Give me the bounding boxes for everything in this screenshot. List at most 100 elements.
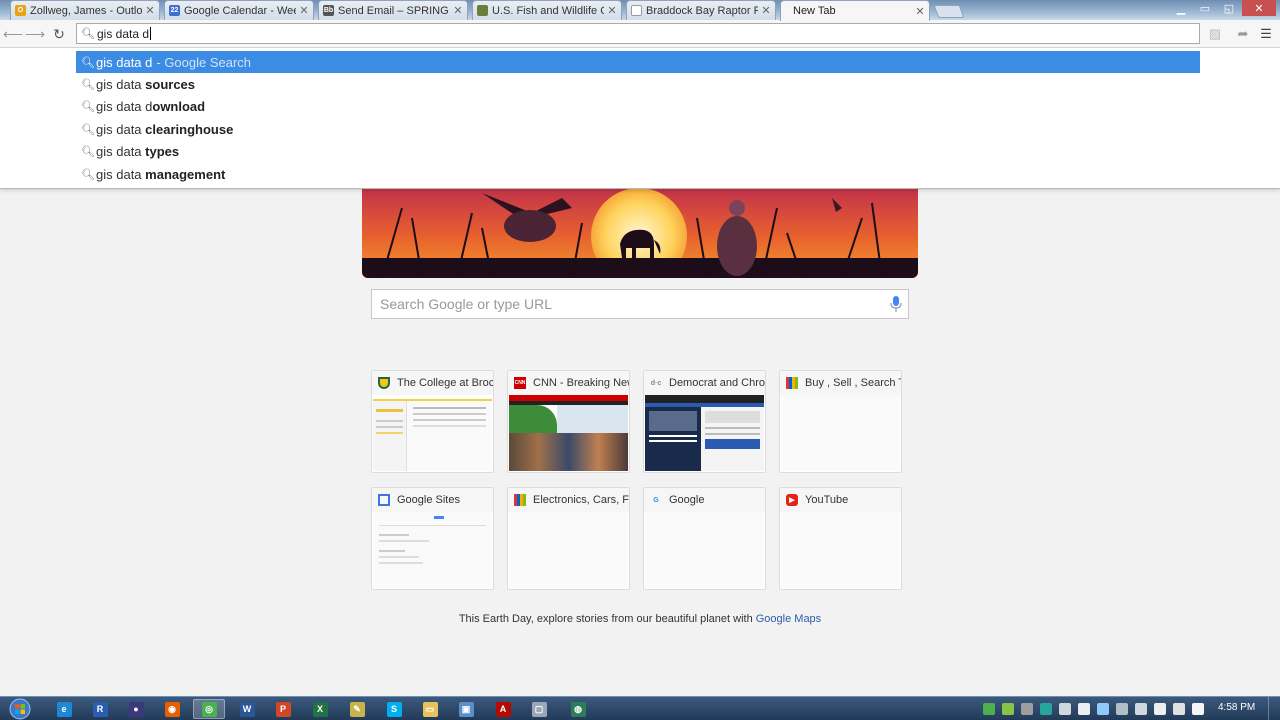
cnn-icon: CNN — [514, 377, 526, 389]
acrobat-extension-icon[interactable]: ▨ — [1206, 25, 1224, 43]
taskbar-app-button[interactable]: ▣ — [450, 699, 482, 719]
suggestion-item[interactable]: 🔍︎ gis data d- Google Search — [76, 51, 1200, 73]
taskbar-app-button[interactable]: ◉ — [156, 699, 188, 719]
suggestion-item[interactable]: 🔍︎ gis data clearinghouse — [76, 118, 1200, 140]
most-visited-tile[interactable]: The College at Brockport — [371, 370, 494, 473]
suggestion-item[interactable]: 🔍︎ gis data types — [76, 141, 1200, 163]
tab-strip: O Zollweg, James - Outlook ✕ 22 Google Calen… — [0, 0, 1280, 21]
taskbar-clock[interactable]: 4:58 PM — [1218, 702, 1255, 713]
taskbar-app-button[interactable]: ◍ — [562, 699, 594, 719]
earth-day-doodle[interactable] — [362, 188, 918, 278]
tab-2[interactable]: 22 Google Calendar - Week of✕ — [164, 0, 314, 20]
newtab-search-box[interactable]: Search Google or type URL — [371, 289, 909, 319]
share-icon[interactable]: ➦ — [1234, 25, 1252, 43]
most-visited-tile[interactable]: Google Sites — [371, 487, 494, 590]
taskbar-app-button[interactable]: e — [48, 699, 80, 719]
tab-5[interactable]: Braddock Bay Raptor Rese✕ — [626, 0, 776, 20]
tile-title: The College at Brockport — [397, 377, 493, 389]
tray-shield-icon[interactable] — [1116, 703, 1128, 715]
tray-window-icon[interactable] — [1078, 703, 1090, 715]
suggestion-item[interactable]: 🔍︎ gis data d ownload — [76, 96, 1200, 118]
tile-thumbnail — [645, 395, 764, 471]
taskbar-app-button[interactable]: ✎ — [341, 699, 373, 719]
forward-button[interactable]: ⟶ — [25, 25, 45, 43]
tile-thumbnail — [509, 395, 628, 471]
tile-thumbnail — [373, 512, 492, 588]
back-button[interactable]: ⟵ — [3, 25, 23, 43]
tile-title: Democrat and Chronicle — [669, 377, 765, 389]
tab-title: U.S. Fish and Wildlife Ge — [492, 4, 604, 17]
reload-icon: ↻ — [53, 25, 65, 42]
tray-app-icon[interactable] — [1002, 703, 1014, 715]
taskbar-app-button[interactable]: S — [378, 699, 410, 719]
taskbar-app-button[interactable]: W — [231, 699, 263, 719]
microphone-icon[interactable] — [890, 296, 902, 313]
start-button[interactable] — [6, 697, 34, 720]
show-desktop-button[interactable] — [1268, 697, 1280, 720]
most-visited-tile[interactable]: d·c Democrat and Chronicle — [643, 370, 766, 473]
omnibox[interactable]: 🔍︎ gis data d — [76, 23, 1200, 44]
tile-header: G Google — [644, 488, 765, 512]
tab-close-icon[interactable]: ✕ — [761, 4, 771, 17]
most-visited-tile[interactable]: ▶ YouTube — [779, 487, 902, 590]
tray-usb-icon[interactable] — [1059, 703, 1071, 715]
maximize-icon[interactable]: ◱ — [1218, 0, 1240, 16]
chrome-icon: ◎ — [201, 701, 217, 717]
taskbar-app-button[interactable]: ◎ — [193, 699, 225, 719]
tab-6[interactable]: New Tab ✕ — [780, 0, 930, 21]
search-icon: 🔍︎ — [81, 78, 95, 91]
globe-icon: ◍ — [570, 701, 586, 717]
most-visited-tile[interactable]: Electronics, Cars, Fashion — [507, 487, 630, 590]
tab-3[interactable]: Bb Send Email – SPRING 2015✕ — [318, 0, 468, 20]
tile-thumbnail — [509, 512, 628, 588]
tray-volume-icon[interactable] — [1192, 703, 1204, 715]
tab-close-icon[interactable]: ✕ — [915, 5, 925, 18]
tab-close-icon[interactable]: ✕ — [145, 4, 155, 17]
tab-4[interactable]: U.S. Fish and Wildlife Ge ✕ — [472, 0, 622, 20]
taskbar-app-button[interactable]: X — [304, 699, 336, 719]
switch-user-icon[interactable]: ▭ — [1194, 0, 1216, 16]
reload-button[interactable]: ↻ — [50, 25, 68, 43]
suggestion-completion: management — [145, 166, 226, 182]
tray-flag-icon[interactable] — [1154, 703, 1166, 715]
suggestion-completion: clearinghouse — [145, 121, 234, 137]
browser-toolbar: ⟵ ⟶ ↻ 🔍︎ gis data d ▨ ➦ ☰ — [0, 20, 1280, 48]
tab-title: Google Calendar - Week of — [184, 4, 296, 17]
taskbar-app-button[interactable]: ▢ — [523, 699, 555, 719]
tab-close-icon[interactable]: ✕ — [453, 4, 463, 17]
excel-icon: X — [312, 701, 328, 717]
tray-network-app-icon[interactable] — [1040, 703, 1052, 715]
tab-close-icon[interactable]: ✕ — [607, 4, 617, 17]
suggestion-item[interactable]: 🔍︎ gis data management — [76, 163, 1200, 185]
search-icon: 🔍︎ — [81, 168, 95, 181]
taskbar-app-button[interactable]: P — [267, 699, 299, 719]
search-placeholder: Search Google or type URL — [380, 296, 552, 312]
taskbar-app-button[interactable]: ▭ — [414, 699, 446, 719]
tray-network-icon[interactable] — [1173, 703, 1185, 715]
tile-thumbnail — [373, 395, 492, 471]
minimize-icon[interactable]: ▁ — [1170, 0, 1192, 16]
taskbar-app-button[interactable]: ● — [120, 699, 152, 719]
brockport-icon — [378, 377, 390, 389]
most-visited-tile[interactable]: Buy , Sell , Search Te — [779, 370, 902, 473]
tray-sync-icon[interactable] — [1021, 703, 1033, 715]
tile-title: YouTube — [805, 494, 849, 506]
tab-1[interactable]: O Zollweg, James - Outlook ✕ — [10, 0, 160, 20]
most-visited-tile[interactable]: G Google — [643, 487, 766, 590]
menu-icon[interactable]: ☰ — [1257, 25, 1275, 43]
notepad-icon: ✎ — [349, 701, 365, 717]
tray-security-icon[interactable] — [983, 703, 995, 715]
tray-monitor-icon[interactable] — [1097, 703, 1109, 715]
suggestion-item[interactable]: 🔍︎ gis data sources — [76, 73, 1200, 95]
suggestion-hint: - Google Search — [156, 54, 252, 70]
taskbar-app-button[interactable]: A — [487, 699, 519, 719]
tray-device-icon[interactable] — [1135, 703, 1147, 715]
skype-icon: S — [386, 701, 402, 717]
new-tab-button[interactable] — [933, 5, 965, 18]
tile-thumbnail — [781, 395, 900, 471]
most-visited-tile[interactable]: CNN CNN - Breaking News — [507, 370, 630, 473]
taskbar-app-button[interactable]: R — [84, 699, 116, 719]
tab-close-icon[interactable]: ✕ — [299, 4, 309, 17]
google-maps-link[interactable]: Google Maps — [756, 613, 821, 625]
close-window-icon[interactable]: ✕ — [1242, 0, 1276, 16]
